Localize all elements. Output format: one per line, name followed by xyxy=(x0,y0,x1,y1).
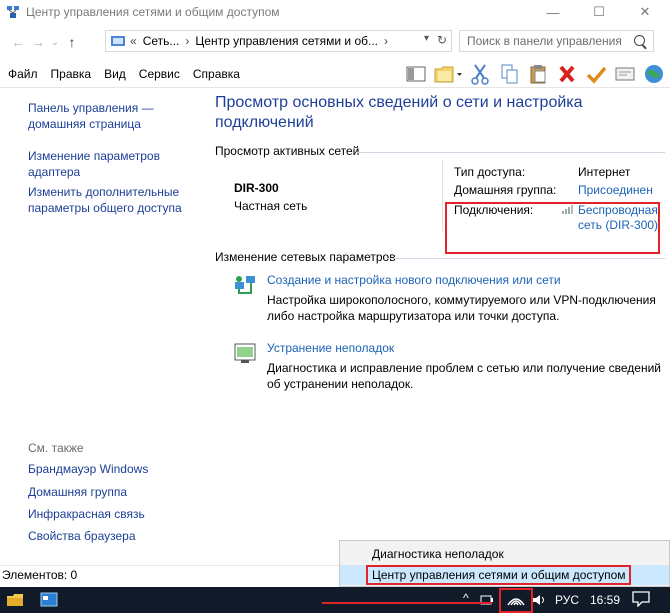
sharing-settings-link[interactable]: Изменить дополнительные параметры общего… xyxy=(28,184,188,216)
section-divider xyxy=(357,152,665,153)
main-content: Просмотр основных сведений о сети и наст… xyxy=(205,89,670,565)
recent-dropdown[interactable]: ⌄ xyxy=(48,30,62,54)
homegroup-link[interactable]: Присоединен xyxy=(578,183,653,197)
breadcrumb-separator[interactable]: › xyxy=(185,34,189,48)
see-also-browser-link[interactable]: Свойства браузера xyxy=(28,528,198,544)
adapter-settings-link[interactable]: Изменение параметров адаптера xyxy=(28,148,168,180)
folder-icon[interactable] xyxy=(433,62,463,86)
active-networks-header: Просмотр активных сетей xyxy=(215,144,360,158)
control-panel-icon xyxy=(110,34,126,48)
home-link[interactable]: Панель управления — домашняя страница xyxy=(28,100,158,132)
volume-icon[interactable] xyxy=(532,593,546,610)
change-settings-header: Изменение сетевых параметров xyxy=(215,250,396,264)
maximize-button[interactable]: ☐ xyxy=(576,0,622,24)
up-button[interactable]: ↑ xyxy=(62,30,82,54)
network-name: DIR-300 xyxy=(234,181,279,195)
network-type: Частная сеть xyxy=(234,199,308,213)
close-button[interactable]: ✕ xyxy=(622,0,668,24)
network-center-highlight xyxy=(366,565,631,585)
app-window-icon[interactable] xyxy=(40,592,58,611)
see-also-firewall-link[interactable]: Брандмауэр Windows xyxy=(28,461,198,477)
troubleshoot-link[interactable]: Устранение неполадок xyxy=(267,341,394,355)
left-pane: Панель управления — домашняя страница Из… xyxy=(0,89,205,565)
network-center-icon xyxy=(6,5,20,19)
wifi-highlight xyxy=(499,588,533,613)
menu-tools[interactable]: Сервис xyxy=(133,67,186,81)
homegroup-label: Домашняя группа: xyxy=(454,183,557,197)
page-title: Просмотр основных сведений о сети и наст… xyxy=(215,94,583,131)
cut-icon[interactable] xyxy=(468,62,492,86)
annotation-arrow-line xyxy=(322,602,492,604)
menu-edit[interactable]: Правка xyxy=(45,67,98,81)
pane-icon[interactable] xyxy=(404,62,428,86)
network-divider xyxy=(442,161,443,231)
tray-context-menu: Диагностика неполадок Центр управления с… xyxy=(339,540,670,587)
breadcrumb-current[interactable]: Центр управления сетями и об... xyxy=(195,34,378,48)
breadcrumb-network[interactable]: Сеть... xyxy=(143,34,180,48)
notifications-icon[interactable] xyxy=(632,591,650,610)
access-type-label: Тип доступа: xyxy=(454,165,526,179)
forward-button[interactable]: → xyxy=(28,30,48,54)
new-connection-icon xyxy=(233,273,257,297)
back-button[interactable]: ← xyxy=(8,30,28,54)
toolbar xyxy=(399,60,670,88)
search-icon[interactable] xyxy=(634,35,645,46)
see-also-infrared-link[interactable]: Инфракрасная связь xyxy=(28,506,198,522)
connections-highlight xyxy=(445,202,660,254)
paste-icon[interactable] xyxy=(526,62,550,86)
breadcrumb-overflow[interactable]: « xyxy=(130,34,137,48)
check-icon[interactable] xyxy=(584,62,608,86)
copy-icon[interactable] xyxy=(497,62,521,86)
globe-icon[interactable] xyxy=(642,62,666,86)
address-dropdown-icon[interactable]: ▾ xyxy=(424,33,429,44)
language-indicator[interactable]: РУС xyxy=(555,593,579,607)
menu-view[interactable]: Вид xyxy=(98,67,132,81)
access-type-value: Интернет xyxy=(578,165,631,179)
clock[interactable]: 16:59 xyxy=(590,593,620,607)
window-title: Центр управления сетями и общим доступом xyxy=(26,5,280,19)
taskbar: ^ РУС 16:59 xyxy=(0,587,670,613)
menu-file[interactable]: Файл xyxy=(2,67,44,81)
mail-icon[interactable] xyxy=(613,62,637,86)
minimize-button[interactable]: — xyxy=(530,0,576,24)
new-connection-description: Настройка широкополосного, коммутируемог… xyxy=(267,293,656,323)
see-also-homegroup-link[interactable]: Домашняя группа xyxy=(28,484,198,500)
file-explorer-icon[interactable] xyxy=(6,593,24,610)
address-bar[interactable]: « Сеть... › Центр управления сетями и об… xyxy=(105,30,452,52)
search-box xyxy=(459,30,654,52)
menu-help[interactable]: Справка xyxy=(187,67,246,81)
delete-icon[interactable] xyxy=(555,62,579,86)
troubleshoot-description: Диагностика и исправление проблем с сеть… xyxy=(267,361,662,391)
search-input[interactable] xyxy=(467,32,627,50)
refresh-icon[interactable]: ↻ xyxy=(437,33,447,47)
see-also-label: См. также xyxy=(28,441,84,455)
menu-item-diagnose[interactable]: Диагностика неполадок xyxy=(340,544,669,564)
breadcrumb-separator[interactable]: › xyxy=(384,34,388,48)
troubleshoot-icon xyxy=(233,341,257,365)
navigation-bar: ← → ⌄ ↑ « Сеть... › Центр управления сет… xyxy=(0,28,670,56)
section-divider xyxy=(387,258,665,259)
new-connection-link[interactable]: Создание и настройка нового подключения … xyxy=(267,273,561,287)
